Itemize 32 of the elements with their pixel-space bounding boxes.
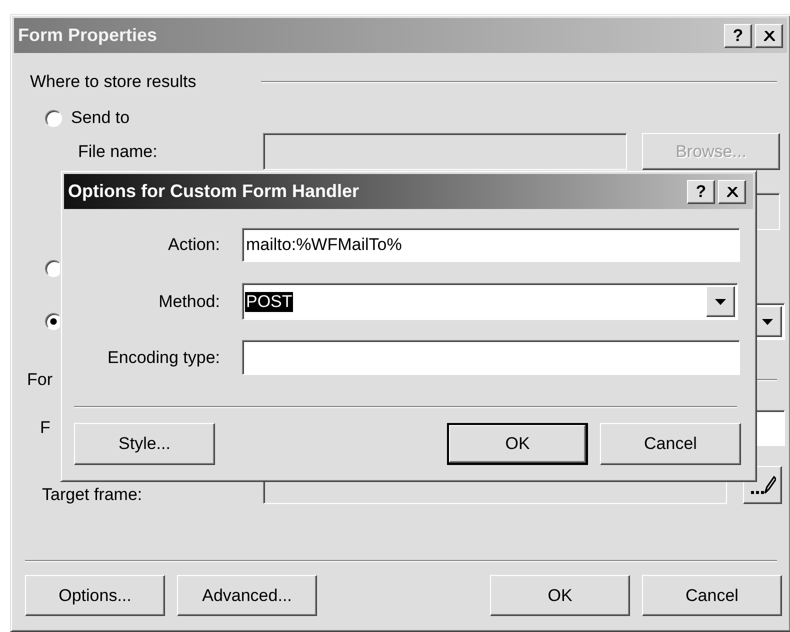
ok-button[interactable]: OK <box>447 423 588 465</box>
encoding-field[interactable] <box>242 340 740 375</box>
field-label: Method: <box>158 292 220 312</box>
options-button[interactable]: Options... <box>25 575 165 616</box>
style-button[interactable]: Style... <box>74 423 215 465</box>
action-field[interactable]: mailto:%WFMailTo% <box>242 228 740 262</box>
field-label: Action: <box>167 235 220 255</box>
caret-icon <box>762 318 773 324</box>
help-button[interactable]: ? <box>724 24 752 48</box>
close-button[interactable] <box>755 24 783 48</box>
radio-button[interactable] <box>45 110 62 126</box>
field-label: Target frame: <box>42 485 144 504</box>
dots-pencil-icon <box>750 475 776 495</box>
cancel-button[interactable]: Cancel <box>600 423 741 465</box>
field-label: File name: <box>78 142 158 162</box>
close-icon <box>726 186 738 196</box>
cancel-button[interactable]: Cancel <box>642 575 782 616</box>
method-dropdown[interactable]: POST <box>242 283 738 320</box>
radio-label: Send to <box>71 108 130 128</box>
field-label: F <box>40 418 52 438</box>
group-label: For <box>27 370 52 390</box>
field-label: Encoding type: <box>106 348 220 368</box>
close-icon <box>764 30 774 40</box>
group-label: Where to store results <box>30 72 196 92</box>
ok-button[interactable]: OK <box>490 575 630 616</box>
dropdown-value: POST <box>245 292 294 312</box>
dropdown-arrow-button[interactable] <box>706 286 735 317</box>
help-button[interactable]: ? <box>687 180 715 204</box>
advanced-button[interactable]: Advanced... <box>177 575 317 616</box>
close-button[interactable] <box>718 180 746 204</box>
window-title: Options for Custom Form Handler <box>68 181 360 202</box>
window-title: Form Properties <box>18 25 158 46</box>
